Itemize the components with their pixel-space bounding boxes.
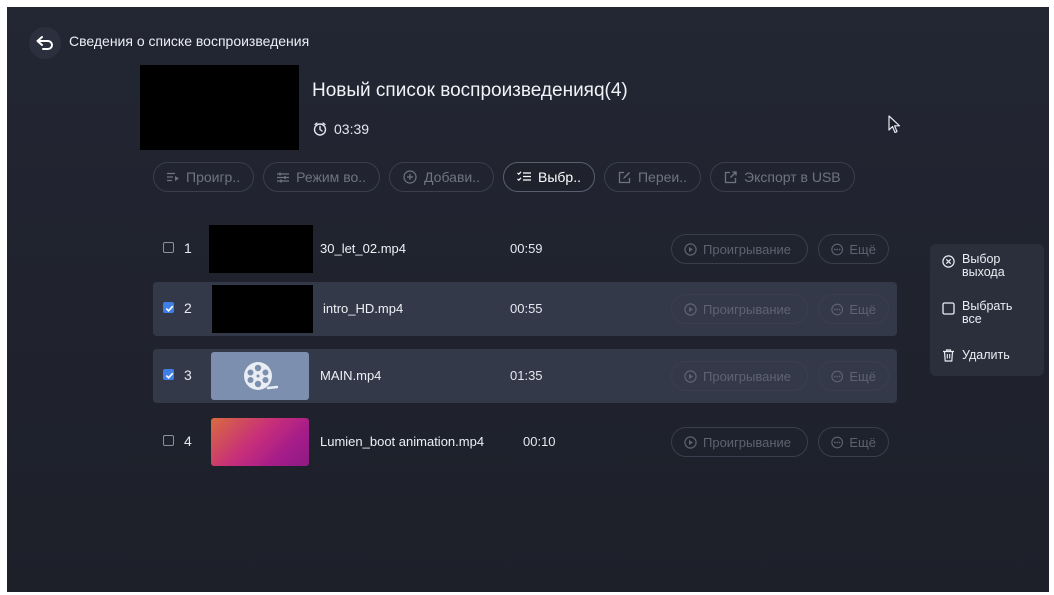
exit-selection-button[interactable]: Выбор выхода xyxy=(942,253,1005,279)
table-row[interactable]: 4 Lumien_boot animation.mp4 00:10 Проигр… xyxy=(153,415,897,469)
mouse-cursor-icon xyxy=(888,115,901,134)
file-duration: 00:59 xyxy=(510,241,543,256)
edit-icon xyxy=(618,171,631,183)
video-thumbnail xyxy=(211,352,309,400)
more-dots-icon xyxy=(831,370,844,382)
select-all-label: Выбрать все xyxy=(962,299,1013,326)
rename-button[interactable]: Переи.. xyxy=(603,162,702,192)
video-thumbnail xyxy=(212,285,313,333)
select-button[interactable]: Выбр.. xyxy=(503,162,595,192)
table-row[interactable]: 2 intro_HD.mp4 00:55 Проигрывание Ещё xyxy=(153,282,897,336)
exit-selection-label: Выбор выхода xyxy=(962,252,1005,279)
more-button[interactable]: Ещё xyxy=(818,234,889,264)
select-all-button[interactable]: Выбрать все xyxy=(942,300,1012,326)
back-arrow-icon xyxy=(36,36,53,50)
export-usb-button[interactable]: Экспорт в USB xyxy=(710,162,855,192)
playlist-details-screen: Сведения о списке воспроизведения Новый … xyxy=(7,7,1049,592)
video-thumbnail xyxy=(211,418,309,466)
check-icon xyxy=(165,305,174,312)
row-checkbox[interactable] xyxy=(163,302,174,313)
playlist-duration-value: 03:39 xyxy=(334,121,370,137)
row-number: 2 xyxy=(184,300,192,316)
plus-circle-icon xyxy=(403,170,417,184)
play-circle-icon xyxy=(684,242,697,256)
more-dots-icon xyxy=(831,303,844,315)
play-list-icon xyxy=(167,172,179,182)
play-button[interactable]: Проигрывание xyxy=(671,427,808,457)
add-button[interactable]: Добави.. xyxy=(389,162,494,192)
more-button[interactable]: Ещё xyxy=(818,361,889,391)
playlist-cover xyxy=(140,65,299,150)
file-name: intro_HD.mp4 xyxy=(323,301,404,316)
play-button[interactable]: Проигрывание xyxy=(671,234,808,264)
row-number: 3 xyxy=(184,367,192,383)
more-dots-icon xyxy=(831,436,844,448)
table-row[interactable]: 1 30_let_02.mp4 00:59 Проигрывание Ещё xyxy=(153,222,897,276)
trash-icon xyxy=(943,349,954,362)
file-name: Lumien_boot animation.mp4 xyxy=(320,434,485,449)
film-reel-icon xyxy=(244,362,278,390)
toolbar: Проигр.. Режим во.. Добави.. Выбр.. Пере… xyxy=(153,162,855,192)
sliders-icon xyxy=(277,172,290,182)
play-circle-icon xyxy=(684,435,697,449)
play-button[interactable]: Проигрывание xyxy=(671,361,808,391)
more-button[interactable]: Ещё xyxy=(818,427,889,457)
play-all-button[interactable]: Проигр.. xyxy=(153,162,255,192)
export-icon xyxy=(724,170,737,183)
play-circle-icon xyxy=(684,302,697,316)
row-checkbox[interactable] xyxy=(163,435,174,446)
page-title: Сведения о списке воспроизведения xyxy=(69,33,310,49)
close-circle-icon xyxy=(942,255,955,268)
selection-menu: Выбор выхода Выбрать все Удалить xyxy=(930,244,1044,376)
file-name: MAIN.mp4 xyxy=(320,368,382,383)
row-number: 1 xyxy=(184,240,192,256)
play-mode-button[interactable]: Режим во.. xyxy=(263,162,381,192)
checkbox-empty-icon xyxy=(942,302,955,315)
table-row[interactable]: 3 MAIN.mp4 01:35 Проигрывание Ещё xyxy=(153,349,897,403)
playlist-title: Новый список воспроизведенияq(4) xyxy=(312,80,628,101)
delete-button[interactable]: Удалить xyxy=(942,349,1010,362)
more-button[interactable]: Ещё xyxy=(818,294,889,324)
video-thumbnail xyxy=(209,225,313,273)
file-duration: 00:55 xyxy=(510,301,543,316)
playlist-duration: 03:39 xyxy=(313,121,369,137)
checklist-icon xyxy=(517,171,531,182)
file-name: 30_let_02.mp4 xyxy=(320,241,407,256)
play-button[interactable]: Проигрывание xyxy=(671,294,808,324)
file-duration: 01:35 xyxy=(510,368,543,383)
check-icon xyxy=(165,372,174,379)
more-dots-icon xyxy=(831,243,844,255)
file-duration: 00:10 xyxy=(523,434,556,449)
row-checkbox[interactable] xyxy=(163,369,174,380)
row-checkbox[interactable] xyxy=(163,242,174,253)
clock-icon xyxy=(313,122,327,136)
back-button[interactable] xyxy=(29,27,61,59)
play-circle-icon xyxy=(684,369,697,383)
row-number: 4 xyxy=(184,433,192,449)
